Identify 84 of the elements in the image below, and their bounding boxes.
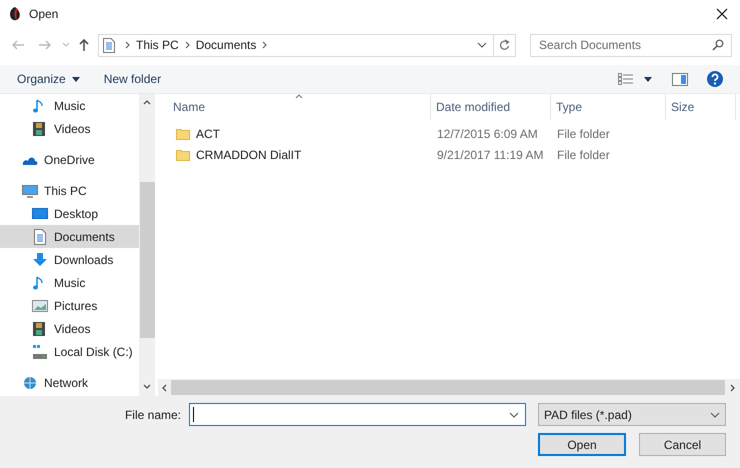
scroll-up-icon[interactable] [143, 100, 151, 105]
scroll-right-icon[interactable] [730, 384, 735, 392]
nav-item[interactable]: Local Disk (C:) [0, 340, 139, 363]
help-icon[interactable] [707, 71, 723, 87]
scrollbar-thumb[interactable] [140, 182, 154, 338]
nav-label: Documents [54, 228, 115, 246]
nav-label: This PC [44, 182, 87, 200]
chevron-right-icon[interactable] [184, 41, 190, 49]
picture-icon [32, 298, 48, 314]
film-icon [32, 120, 48, 136]
new-folder-button[interactable]: New folder [104, 70, 162, 88]
scroll-down-icon[interactable] [143, 384, 151, 389]
table-cell-text: 12/7/2015 6:09 AM [436, 126, 539, 142]
file-name[interactable]: CRMADDON DialIT [196, 146, 302, 164]
nav-item[interactable]: Music [0, 271, 139, 294]
text-cursor [193, 407, 194, 422]
nav-label: Network [44, 374, 88, 392]
search-field[interactable]: Search Documents [530, 34, 732, 56]
breadcrumb[interactable]: This PC [136, 36, 179, 54]
column-header[interactable]: Date modified [431, 94, 551, 120]
scroll-left-icon[interactable] [162, 384, 167, 392]
globe-icon [22, 374, 38, 390]
document-icon [103, 38, 115, 52]
chevron-right-icon[interactable] [125, 41, 130, 49]
file-name-label: File name: [124, 406, 181, 424]
drive-icon [32, 344, 48, 360]
file-type-dropdown[interactable]: PAD files (*.pad) [538, 403, 726, 426]
nav-item[interactable]: Network [0, 371, 139, 394]
file-name-field[interactable] [189, 403, 526, 426]
document-icon [32, 228, 48, 244]
address-bar[interactable]: This PC Documents [98, 34, 516, 56]
nav-item[interactable]: Pictures [0, 294, 139, 317]
open-button[interactable]: Open [538, 433, 626, 456]
close-icon[interactable] [716, 8, 728, 20]
nav-label: Music [54, 274, 86, 292]
nav-item[interactable]: Desktop [0, 202, 139, 225]
scrollbar-thumb[interactable] [171, 380, 725, 395]
nav-item[interactable]: OneDrive [0, 148, 139, 171]
chevron-down-icon[interactable] [477, 42, 487, 48]
nav-item[interactable]: Downloads [0, 248, 139, 271]
table-cell-text: File folder [556, 146, 611, 164]
film-icon [32, 320, 48, 336]
sort-up-icon [295, 94, 303, 99]
nav-label: Desktop [54, 206, 98, 222]
search-icon[interactable] [712, 38, 724, 50]
caret-icon [72, 76, 80, 82]
nav-label: Videos [54, 120, 90, 138]
column-header[interactable]: Size [666, 94, 736, 120]
vertical-scrollbar[interactable] [139, 94, 155, 396]
breadcrumb[interactable]: Documents [196, 36, 256, 54]
cancel-button[interactable]: Cancel [639, 433, 726, 456]
nav-label: Pictures [54, 298, 98, 314]
view-options-icon[interactable] [618, 73, 634, 85]
window-title: Open [29, 6, 58, 22]
app-logo-icon [8, 6, 22, 22]
nav-label: Music [54, 98, 86, 114]
monitor-icon [22, 182, 38, 198]
chevron-down-icon[interactable] [509, 412, 519, 418]
refresh-icon[interactable] [499, 39, 510, 51]
desktop-icon [32, 206, 48, 222]
nav-item[interactable]: This PC [0, 179, 139, 202]
column-header[interactable]: Type [551, 94, 666, 120]
up-arrow-icon[interactable] [78, 38, 90, 52]
nav-item[interactable]: Music [0, 94, 139, 117]
nav-label: Videos [54, 320, 90, 338]
nav-item[interactable]: Videos [0, 317, 139, 340]
nav-item[interactable]: Videos [0, 117, 139, 140]
file-name[interactable]: ACT [196, 124, 220, 142]
nav-label: Downloads [54, 252, 114, 268]
horizontal-scrollbar[interactable] [158, 379, 740, 396]
chevron-right-icon[interactable] [262, 41, 268, 49]
table-cell-text: 9/21/2017 11:19 AM [436, 146, 545, 164]
column-header[interactable]: Name [158, 94, 431, 120]
folder-icon [176, 128, 190, 140]
down-arrow-icon [32, 252, 48, 268]
table-cell-text: File folder [556, 126, 611, 142]
nav-label: Local Disk (C:) [54, 344, 133, 360]
caret-icon[interactable] [644, 76, 652, 82]
chevron-down-icon [710, 412, 720, 418]
nav-item[interactable]: Documents [0, 225, 139, 248]
folder-icon [176, 148, 190, 160]
organize-button[interactable]: Organize [17, 70, 80, 88]
nav-label: OneDrive [44, 152, 95, 168]
preview-pane-icon[interactable] [672, 72, 688, 86]
